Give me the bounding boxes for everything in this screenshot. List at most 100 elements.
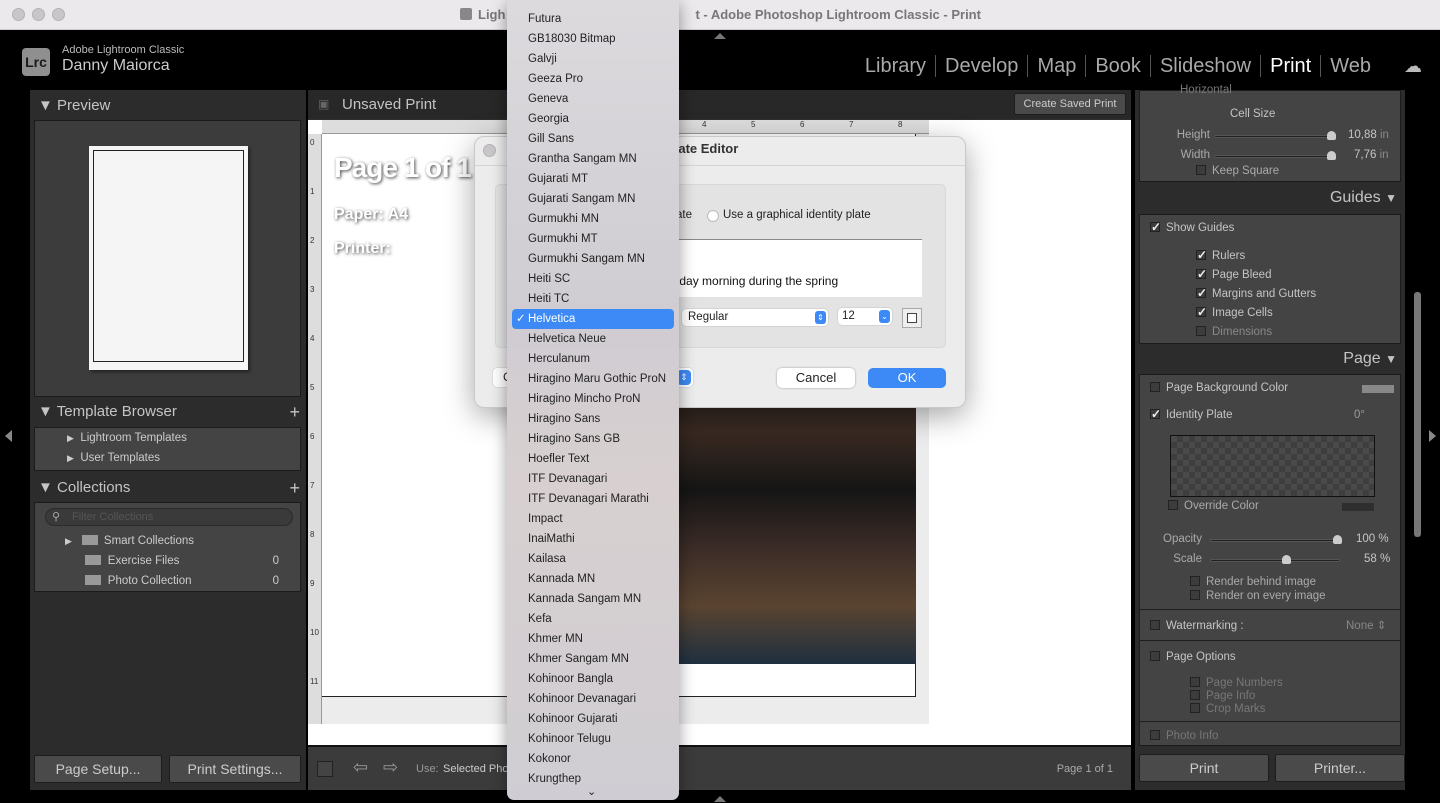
font-menu-item[interactable]: Gujarati Sangam MN: [512, 189, 674, 209]
right-panel-scrollbar[interactable]: [1414, 292, 1421, 537]
font-menu-item[interactable]: Geneva: [512, 89, 674, 109]
dialog-close-button[interactable]: [483, 144, 496, 157]
collapse-right-panel-icon[interactable]: [1429, 430, 1436, 442]
module-slideshow[interactable]: Slideshow: [1149, 55, 1260, 77]
font-menu-item[interactable]: Heiti TC: [512, 289, 674, 309]
font-menu-item[interactable]: Kefa: [512, 609, 674, 629]
font-menu-item[interactable]: Kohinoor Gujarati: [512, 709, 674, 729]
guide-checkbox[interactable]: Rulers: [1196, 246, 1245, 266]
collapse-top-panel-icon[interactable]: [714, 33, 726, 39]
font-menu-item[interactable]: Kohinoor Devanagari: [512, 689, 674, 709]
font-menu-item[interactable]: Kannada MN: [512, 569, 674, 589]
toggle-view-button[interactable]: [317, 761, 333, 777]
font-menu-item[interactable]: Helvetica Neue: [512, 329, 674, 349]
identity-plate-preview[interactable]: [1170, 435, 1375, 497]
font-menu-item[interactable]: Hiragino Mincho ProN: [512, 389, 674, 409]
page-header[interactable]: Page ▼: [1343, 350, 1397, 368]
font-menu-item[interactable]: InaiMathi: [512, 529, 674, 549]
zoom-window-button[interactable]: [52, 8, 65, 21]
height-slider[interactable]: [1214, 131, 1336, 140]
create-saved-print-button[interactable]: Create Saved Print: [1014, 93, 1126, 115]
font-menu-item[interactable]: Gill Sans: [512, 129, 674, 149]
slider-knob[interactable]: [1327, 131, 1336, 140]
guide-checkbox[interactable]: Image Cells: [1196, 303, 1273, 323]
page-bg-color-checkbox[interactable]: Page Background Color: [1150, 379, 1288, 398]
show-guides-checkbox[interactable]: Show Guides: [1150, 218, 1234, 238]
guide-checkbox[interactable]: Dimensions: [1196, 323, 1272, 342]
print-settings-button[interactable]: Print Settings...: [169, 755, 301, 783]
font-menu-item[interactable]: Hoefler Text: [512, 449, 674, 469]
checkbox[interactable]: [1190, 690, 1200, 700]
close-window-button[interactable]: [12, 8, 25, 21]
font-menu-item[interactable]: Kokonor: [512, 749, 674, 769]
font-menu-item[interactable]: Grantha Sangam MN: [512, 149, 674, 169]
filter-collections-input[interactable]: ⚲ Filter Collections: [45, 508, 293, 526]
checkbox[interactable]: [1150, 620, 1160, 630]
font-menu-item[interactable]: Gurmukhi Sangam MN: [512, 249, 674, 269]
checkbox[interactable]: [1196, 326, 1206, 336]
guides-header[interactable]: Guides ▼: [1330, 189, 1397, 207]
checkbox[interactable]: [1196, 284, 1207, 303]
font-family-menu[interactable]: Futura GB18030 Bitmap Galvji Geeza Pro Genev…: [507, 0, 679, 800]
text-color-well[interactable]: [902, 308, 922, 328]
page-numbers-checkbox[interactable]: Page Numbers: [1190, 677, 1283, 690]
checkbox[interactable]: [1190, 590, 1200, 600]
slider-knob[interactable]: [1281, 555, 1291, 564]
module-book[interactable]: Book: [1085, 55, 1150, 77]
minimize-window-button[interactable]: [32, 8, 45, 21]
preview-header[interactable]: ▼ Preview: [30, 92, 110, 120]
collection-item[interactable]: ▶ Smart Collections: [65, 531, 285, 551]
checkbox[interactable]: [1150, 218, 1161, 237]
module-library[interactable]: Library: [856, 55, 935, 77]
font-menu-item[interactable]: Impact: [512, 509, 674, 529]
font-menu-item[interactable]: Gurmukhi MN: [512, 209, 674, 229]
font-menu-item[interactable]: Hiragino Sans: [512, 409, 674, 429]
keep-square-checkbox[interactable]: Keep Square: [1196, 162, 1279, 181]
font-menu-item[interactable]: Georgia: [512, 109, 674, 129]
print-button[interactable]: Print: [1139, 754, 1269, 782]
font-menu-item[interactable]: Gujarati MT: [512, 169, 674, 189]
previous-page-arrow-icon[interactable]: ⇦: [353, 757, 368, 778]
checkbox[interactable]: [1190, 703, 1200, 713]
font-menu-item[interactable]: Heiti SC: [512, 269, 674, 289]
font-menu-item[interactable]: Kannada Sangam MN: [512, 589, 674, 609]
use-selector[interactable]: Selected Pho: [443, 763, 508, 775]
font-style-select[interactable]: Regular ⇕: [682, 309, 828, 326]
scale-slider[interactable]: [1210, 555, 1340, 564]
identity-text-field[interactable]: n Sunday morning during the spring: [646, 239, 922, 297]
guide-checkbox[interactable]: Margins and Gutters: [1196, 284, 1316, 304]
font-menu-item[interactable]: GB18030 Bitmap: [512, 29, 674, 49]
render-behind-checkbox[interactable]: Render behind image: [1190, 575, 1316, 589]
font-menu-item[interactable]: Kailasa: [512, 549, 674, 569]
font-menu-item[interactable]: Galvji: [512, 49, 674, 69]
add-collection-icon[interactable]: +: [289, 474, 300, 502]
cancel-button[interactable]: Cancel: [777, 368, 855, 388]
checkbox[interactable]: [1196, 303, 1207, 322]
page-options-checkbox[interactable]: Page Options: [1150, 648, 1236, 667]
template-browser-header[interactable]: ▼ Template Browser +: [30, 398, 300, 426]
next-page-arrow-icon[interactable]: ⇨: [383, 757, 398, 778]
font-menu-item[interactable]: Gurmukhi MT: [512, 229, 674, 249]
checkbox[interactable]: [1168, 500, 1178, 510]
graphical-plate-radio[interactable]: [707, 210, 719, 222]
override-color-swatch[interactable]: [1342, 503, 1374, 511]
module-map[interactable]: Map: [1027, 55, 1085, 77]
width-slider[interactable]: [1214, 151, 1336, 160]
module-develop[interactable]: Develop: [935, 55, 1027, 77]
font-menu-item[interactable]: ✓ Helvetica: [512, 309, 674, 329]
add-template-icon[interactable]: +: [289, 398, 300, 426]
checkbox[interactable]: [1196, 165, 1206, 175]
template-folder[interactable]: ▶ User Templates: [35, 448, 300, 468]
checkbox[interactable]: [1150, 730, 1160, 740]
font-size-combo[interactable]: 12 ⌄: [838, 308, 892, 325]
collapse-filmstrip-icon[interactable]: [714, 796, 726, 802]
font-menu-item[interactable]: Hiragino Maru Gothic ProN: [512, 369, 674, 389]
crop-marks-checkbox[interactable]: Crop Marks: [1190, 703, 1265, 716]
font-menu-item[interactable]: Kohinoor Telugu: [512, 729, 674, 749]
guide-checkbox[interactable]: Page Bleed: [1196, 265, 1271, 285]
render-every-checkbox[interactable]: Render on every image: [1190, 589, 1326, 603]
template-folder[interactable]: ▶ Lightroom Templates: [35, 428, 300, 448]
opacity-slider[interactable]: [1210, 535, 1342, 544]
override-color-checkbox[interactable]: Override Color: [1168, 497, 1259, 516]
identity-plate-angle[interactable]: 0°: [1354, 406, 1365, 425]
